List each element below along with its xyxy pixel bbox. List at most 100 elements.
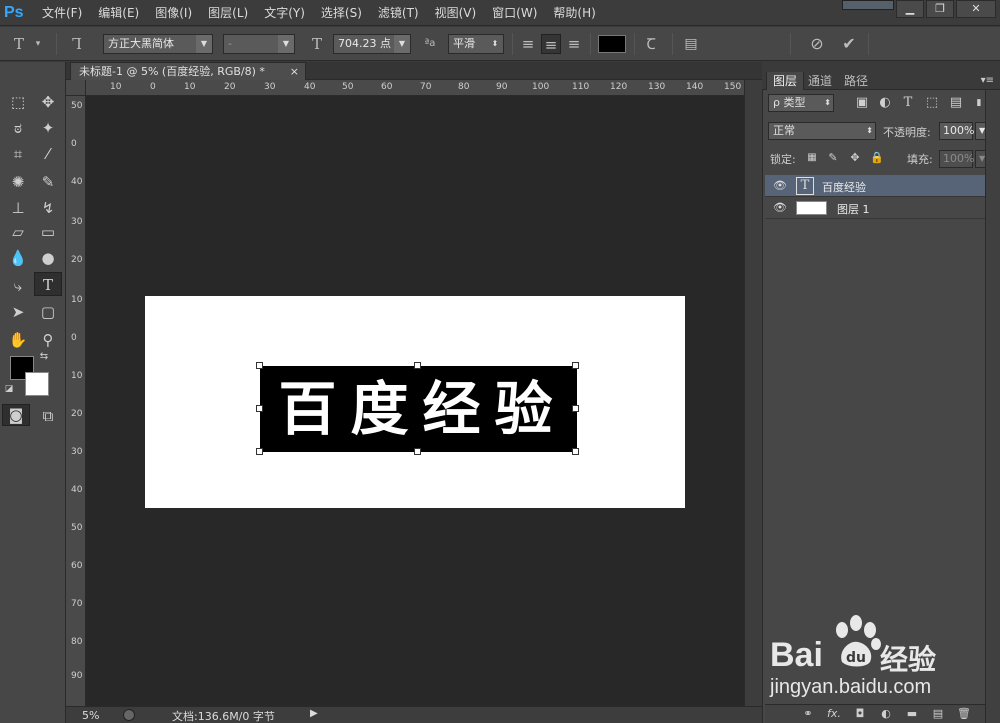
transform-handle[interactable]: [572, 448, 579, 455]
eye-icon[interactable]: 👁: [773, 179, 787, 192]
tool-preset-arrow-icon[interactable]: ▾: [32, 34, 44, 54]
path-selection-icon[interactable]: ➤: [4, 300, 32, 324]
lock-all-icon[interactable]: 🔒: [869, 150, 885, 166]
layer-name[interactable]: 百度经验: [822, 179, 866, 195]
fill-input[interactable]: 100%: [939, 150, 974, 168]
gradient-tool-icon[interactable]: ▭: [34, 220, 62, 244]
layer-filter-select[interactable]: ρ 类型 ⬍: [768, 94, 834, 112]
transform-handle[interactable]: [256, 448, 263, 455]
warp-text-icon[interactable]: Ꞇ: [640, 34, 662, 54]
link-icon[interactable]: ⚭: [799, 707, 817, 720]
marquee-tool-icon[interactable]: ⬚: [4, 90, 32, 114]
text-layer-box[interactable]: 百度经验: [260, 366, 577, 452]
filter-smart-object-icon[interactable]: ▤: [948, 95, 964, 111]
tab-paths[interactable]: 路径: [838, 72, 874, 90]
blend-mode-select[interactable]: 正常 ⬍: [768, 122, 876, 140]
menu-edit[interactable]: 编辑(E): [90, 0, 147, 26]
minimize-button[interactable]: ▁: [896, 0, 924, 18]
history-brush-icon[interactable]: ↯: [34, 196, 62, 220]
lasso-tool-icon[interactable]: ಠ: [4, 116, 32, 140]
quick-mask-icon[interactable]: ◙: [2, 404, 30, 426]
crop-tool-icon[interactable]: ⌗: [4, 142, 32, 166]
canvas-text[interactable]: 百度经验: [260, 366, 577, 452]
antialias-select[interactable]: 平滑 ⬍: [448, 34, 504, 54]
filter-type-icon[interactable]: T: [900, 95, 916, 111]
toggle-orientation-icon[interactable]: Ꞁ: [66, 34, 88, 54]
zoom-tool-icon[interactable]: ⚲: [34, 328, 62, 352]
clone-stamp-icon[interactable]: ⊥: [4, 196, 32, 220]
dodge-tool-icon[interactable]: ●: [34, 246, 62, 270]
blur-tool-icon[interactable]: 💧: [4, 246, 32, 270]
transform-handle[interactable]: [572, 362, 579, 369]
type-tool-button-icon[interactable]: T: [34, 272, 62, 296]
text-color-swatch[interactable]: [598, 35, 626, 53]
mask-icon[interactable]: ◘: [851, 707, 869, 720]
lock-position-icon[interactable]: ✥: [847, 150, 863, 166]
transform-handle[interactable]: [256, 362, 263, 369]
eraser-tool-icon[interactable]: ▱: [4, 220, 32, 244]
layer-name[interactable]: 图层 1: [837, 201, 870, 217]
document-tab[interactable]: 未标题-1 @ 5% (百度经验, RGB/8) * ×: [70, 62, 306, 80]
menu-file[interactable]: 文件(F): [34, 0, 90, 26]
menu-image[interactable]: 图像(I): [147, 0, 200, 26]
menu-filter[interactable]: 滤镜(T): [370, 0, 427, 26]
magic-wand-icon[interactable]: ✦: [34, 116, 62, 140]
screen-mode-icon[interactable]: ⧉: [34, 404, 62, 428]
background-color-swatch[interactable]: [25, 372, 49, 396]
transform-handle[interactable]: [414, 362, 421, 369]
close-tab-icon[interactable]: ×: [290, 63, 299, 80]
menu-layer[interactable]: 图层(L): [200, 0, 256, 26]
font-family-select[interactable]: 方正大黑简体 ▼: [103, 34, 213, 54]
move-tool-icon[interactable]: ✥: [34, 90, 62, 114]
transform-handle[interactable]: [414, 448, 421, 455]
transform-handle[interactable]: [572, 405, 579, 412]
font-style-select[interactable]: - ▼: [223, 34, 295, 54]
align-right-icon[interactable]: ≡: [564, 34, 584, 54]
panel-scrollbar[interactable]: [985, 90, 1000, 723]
lock-image-icon[interactable]: ✎: [825, 150, 841, 166]
filter-adjustment-icon[interactable]: ◐: [877, 95, 893, 111]
new-layer-icon[interactable]: ▤: [929, 707, 947, 720]
transform-handle[interactable]: [256, 405, 263, 412]
tab-channels[interactable]: 通道: [802, 72, 838, 90]
adjustment-icon[interactable]: ◐: [877, 707, 895, 720]
commit-check-icon[interactable]: ✔: [838, 34, 860, 54]
align-left-icon[interactable]: ≡: [518, 34, 538, 54]
eyedropper-icon[interactable]: ⁄: [34, 142, 62, 166]
layer-row-text[interactable]: 👁 T 百度经验: [765, 175, 985, 197]
close-button[interactable]: ✕: [956, 0, 996, 18]
trash-icon[interactable]: 🗑: [955, 707, 973, 720]
align-center-icon[interactable]: ≡: [541, 34, 561, 54]
zoom-level[interactable]: 5%: [82, 709, 99, 722]
healing-brush-icon[interactable]: ✺: [4, 170, 32, 194]
cancel-icon[interactable]: ⊘: [806, 34, 828, 54]
tab-layers[interactable]: 图层: [766, 72, 805, 90]
fx-icon[interactable]: fx.: [825, 707, 843, 720]
horizontal-ruler[interactable]: 10 0 10 20 30 40 50 60 70 80 90 100 110 …: [86, 80, 744, 96]
font-size-select[interactable]: 704.23 点 ▼: [333, 34, 411, 54]
status-menu-arrow-icon[interactable]: ▶: [310, 708, 318, 719]
swap-colors-icon[interactable]: ⇆: [36, 350, 52, 364]
menu-select[interactable]: 选择(S): [313, 0, 370, 26]
menu-help[interactable]: 帮助(H): [545, 0, 603, 26]
menu-type[interactable]: 文字(Y): [256, 0, 313, 26]
filter-pixel-icon[interactable]: ▣: [854, 95, 870, 111]
panel-menu-icon[interactable]: ▾≡: [981, 72, 994, 90]
vertical-ruler[interactable]: 50 0 40 30 20 10 0 10 20 30 40 50 60 70 …: [66, 96, 86, 706]
hand-tool-icon[interactable]: ✋: [4, 328, 32, 352]
filter-toggle-icon[interactable]: ▮: [974, 95, 984, 111]
status-info-icon[interactable]: [123, 709, 135, 721]
filter-shape-icon[interactable]: ⬚: [924, 95, 940, 111]
eye-icon[interactable]: 👁: [773, 201, 787, 214]
menu-window[interactable]: 窗口(W): [484, 0, 545, 26]
layer-row-image[interactable]: 👁 图层 1: [765, 197, 985, 219]
type-tool-icon[interactable]: T: [8, 34, 30, 54]
pen-tool-icon[interactable]: ⤷: [4, 274, 32, 298]
ruler-origin[interactable]: [66, 80, 86, 96]
opacity-input[interactable]: 100%: [939, 122, 974, 140]
restore-button[interactable]: ❐: [926, 0, 954, 18]
folder-icon[interactable]: ▬: [903, 707, 921, 720]
shape-tool-icon[interactable]: ▢: [34, 300, 62, 324]
default-colors-icon[interactable]: ◪: [2, 382, 16, 396]
character-panel-icon[interactable]: ▤: [680, 34, 702, 54]
